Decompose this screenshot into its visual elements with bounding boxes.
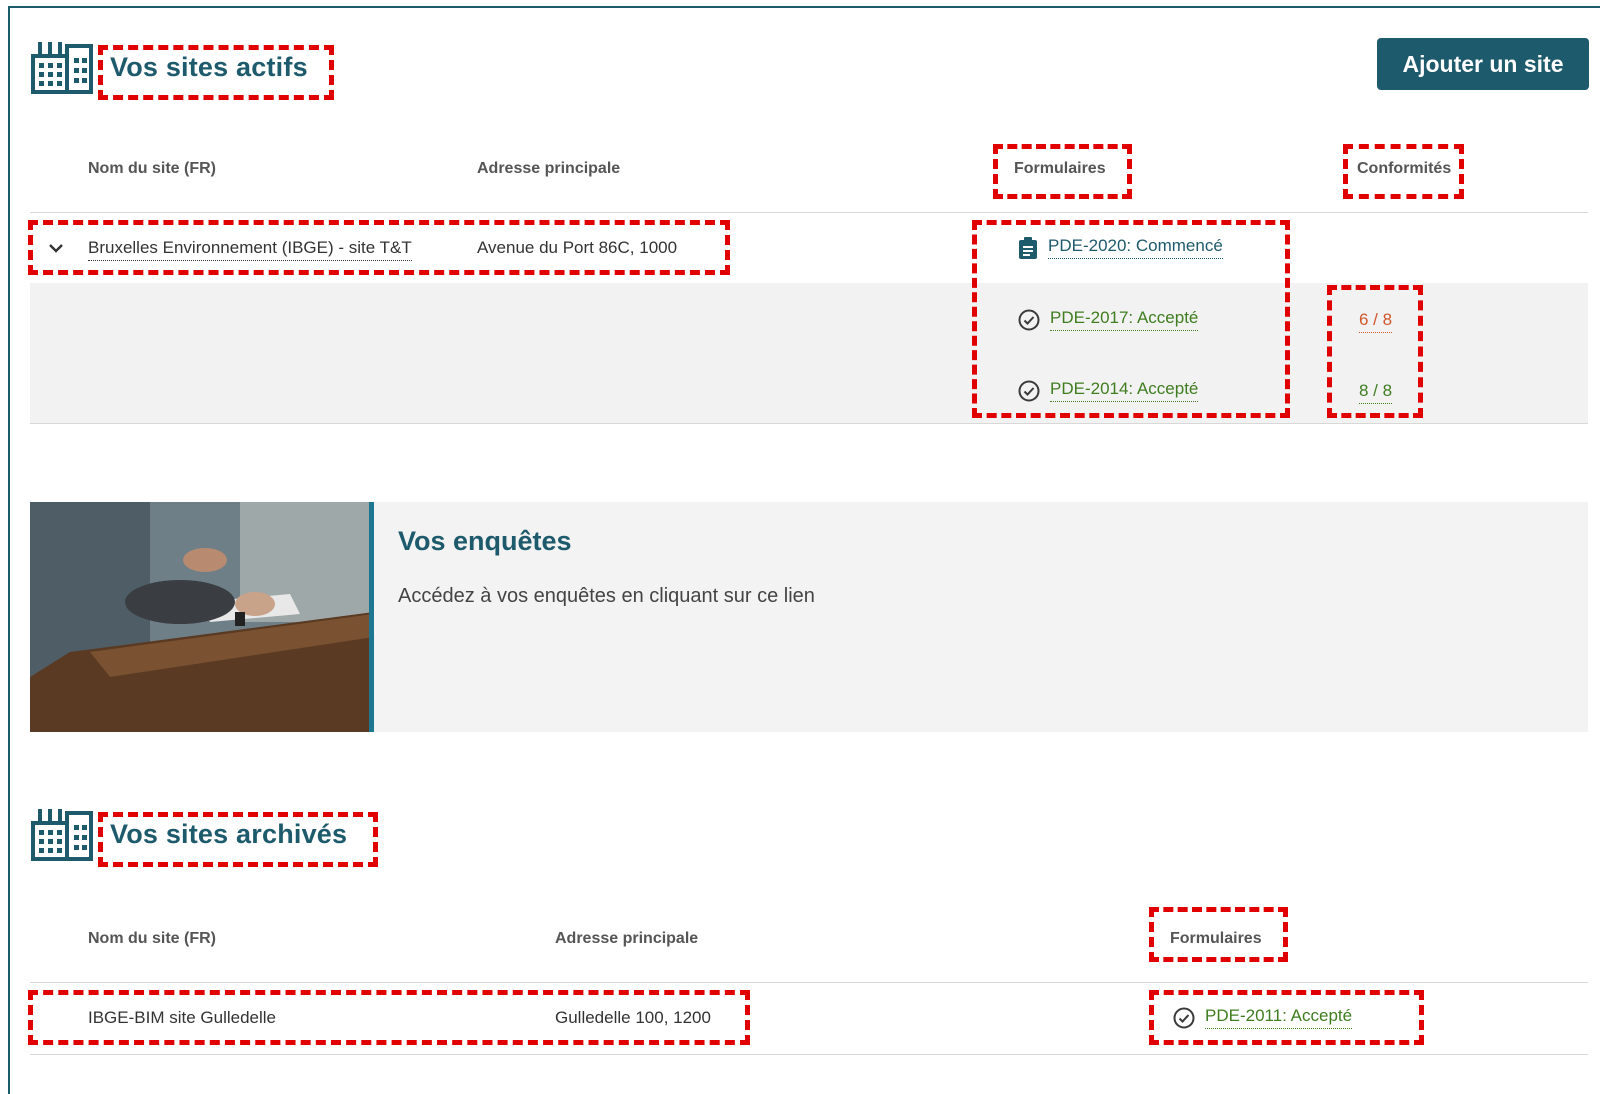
form-link[interactable]: PDE-2017: Accepté	[1018, 308, 1199, 331]
table-divider	[30, 423, 1588, 424]
col-header-site-name: Nom du site (FR)	[88, 160, 216, 177]
form-label: PDE-2014: Accepté	[1050, 379, 1199, 402]
clipboard-icon	[1019, 236, 1037, 259]
archived-site-name: IBGE-BIM site Gulledelle	[88, 1008, 277, 1027]
form-link[interactable]: PDE-2011: Accepté	[1173, 1006, 1353, 1029]
active-site-address: Avenue du Port 86C, 1000	[477, 238, 678, 257]
active-site-name[interactable]: Bruxelles Environnement (IBGE) - site T&…	[88, 238, 412, 261]
building-icon	[31, 42, 93, 94]
archived-sites-title: Vos sites archivés	[110, 818, 348, 849]
col-header-conformity: Conformités	[1357, 160, 1452, 177]
form-label: PDE-2011: Accepté	[1205, 1006, 1353, 1029]
table-divider	[30, 982, 1588, 983]
col-header-forms: Formulaires	[1170, 930, 1262, 947]
survey-photo	[30, 502, 374, 732]
col-header-forms: Formulaires	[1014, 160, 1106, 177]
check-circle-icon	[1018, 380, 1040, 401]
form-label: PDE-2020: Commencé	[1048, 236, 1223, 259]
form-label: PDE-2017: Accepté	[1050, 308, 1199, 331]
chevron-down-icon[interactable]	[48, 240, 64, 256]
conformity-score[interactable]: 6 / 8	[1359, 310, 1393, 333]
survey-title[interactable]: Vos enquêtes	[398, 526, 815, 557]
survey-description: Accédez à vos enquêtes en cliquant sur c…	[398, 585, 815, 607]
form-history-row	[30, 283, 1588, 423]
archived-site-address: Gulledelle 100, 1200	[555, 1008, 711, 1027]
check-circle-icon	[1018, 309, 1040, 330]
col-header-site-name: Nom du site (FR)	[88, 930, 216, 947]
active-sites-title: Vos sites actifs	[110, 51, 308, 82]
col-header-address: Adresse principale	[477, 160, 621, 177]
building-icon	[31, 809, 93, 861]
col-header-address: Adresse principale	[555, 930, 699, 947]
table-divider	[30, 212, 1588, 213]
survey-card[interactable]: Vos enquêtes Accédez à vos enquêtes en c…	[30, 502, 1588, 732]
add-site-button[interactable]: Ajouter un site	[1377, 38, 1589, 90]
check-circle-icon	[1173, 1007, 1195, 1028]
table-divider	[30, 1054, 1588, 1055]
form-link[interactable]: PDE-2020: Commencé	[1018, 236, 1223, 259]
archived-sites-header: Vos sites archivés	[30, 805, 347, 863]
active-sites-header: Vos sites actifs	[30, 38, 308, 96]
conformity-score[interactable]: 8 / 8	[1359, 381, 1393, 404]
form-link[interactable]: PDE-2014: Accepté	[1018, 379, 1199, 402]
